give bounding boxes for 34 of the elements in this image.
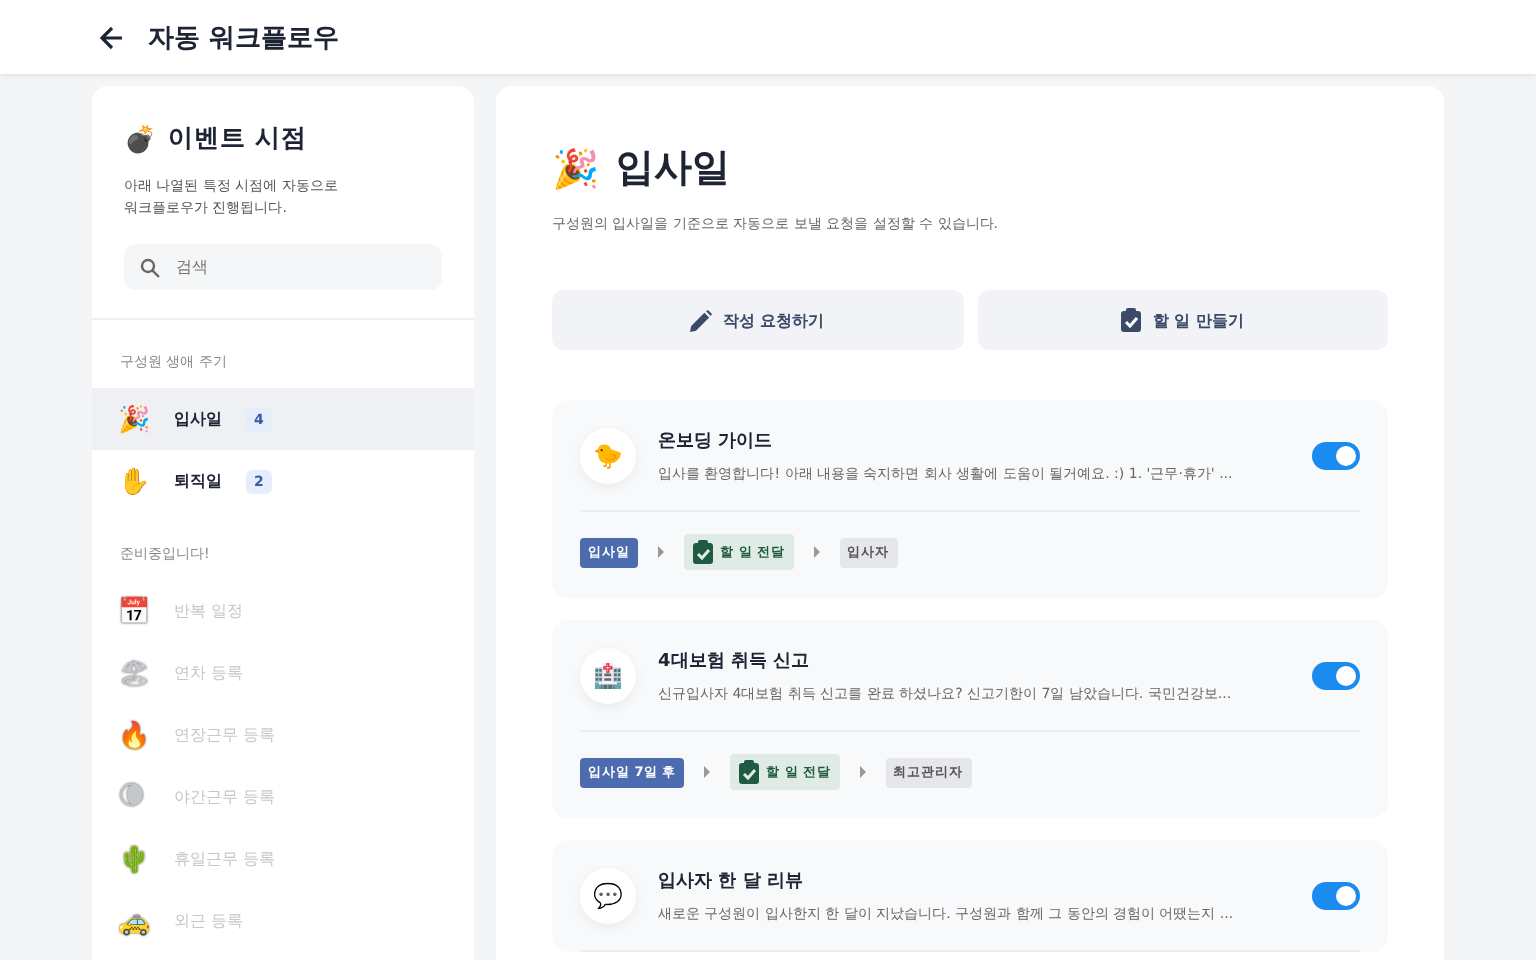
clipboard-check-icon [738, 760, 761, 784]
action-button[interactable]: 작성 요청하기 [552, 290, 963, 350]
emoji-icon: 🌵 [118, 843, 150, 876]
toggle-switch[interactable] [1312, 882, 1360, 910]
search-field[interactable]: 검색 [124, 244, 442, 291]
emoji-icon: 🚕 [118, 905, 150, 938]
emoji-icon: 🎉 [118, 403, 150, 436]
arrow-icon [813, 546, 820, 558]
bomb-icon: 💣 [124, 123, 156, 155]
toggle-switch[interactable] [1312, 662, 1360, 690]
pencil-icon [690, 309, 713, 331]
workflow-title: 4대보험 취득 신고 [658, 650, 812, 674]
toggle-switch[interactable] [1312, 442, 1360, 470]
arrow-icon [658, 546, 664, 558]
panel-title: 입사일 [616, 144, 730, 194]
emoji-icon: ✋ [118, 465, 150, 498]
emoji-icon: 🏥 [580, 648, 636, 704]
emoji-icon: 🔥 [118, 719, 150, 752]
emoji-icon: 🌘 [118, 782, 150, 813]
arrow-icon [859, 766, 866, 778]
emoji-icon: 💬 [580, 868, 636, 924]
emoji-icon: 🏖 [118, 657, 150, 690]
clipboard-check-icon [1120, 308, 1143, 332]
workflow-title: 온보딩 가이드 [658, 430, 775, 454]
page-title: 자동 워크플로우 [148, 21, 340, 55]
clipboard-check-icon [692, 540, 714, 564]
back-arrow-icon[interactable] [100, 25, 124, 49]
sidebar-title: 이벤트 시점 [168, 122, 307, 156]
party-popper-icon: 🎉 [552, 145, 600, 191]
workflow-title: 입사자 한 달 리뷰 [658, 870, 805, 894]
emoji-icon: 🐤 [580, 428, 636, 484]
emoji-icon: 📅 [118, 595, 150, 628]
arrow-icon [704, 766, 711, 778]
action-button[interactable]: 할 일 만들기 [977, 290, 1388, 350]
